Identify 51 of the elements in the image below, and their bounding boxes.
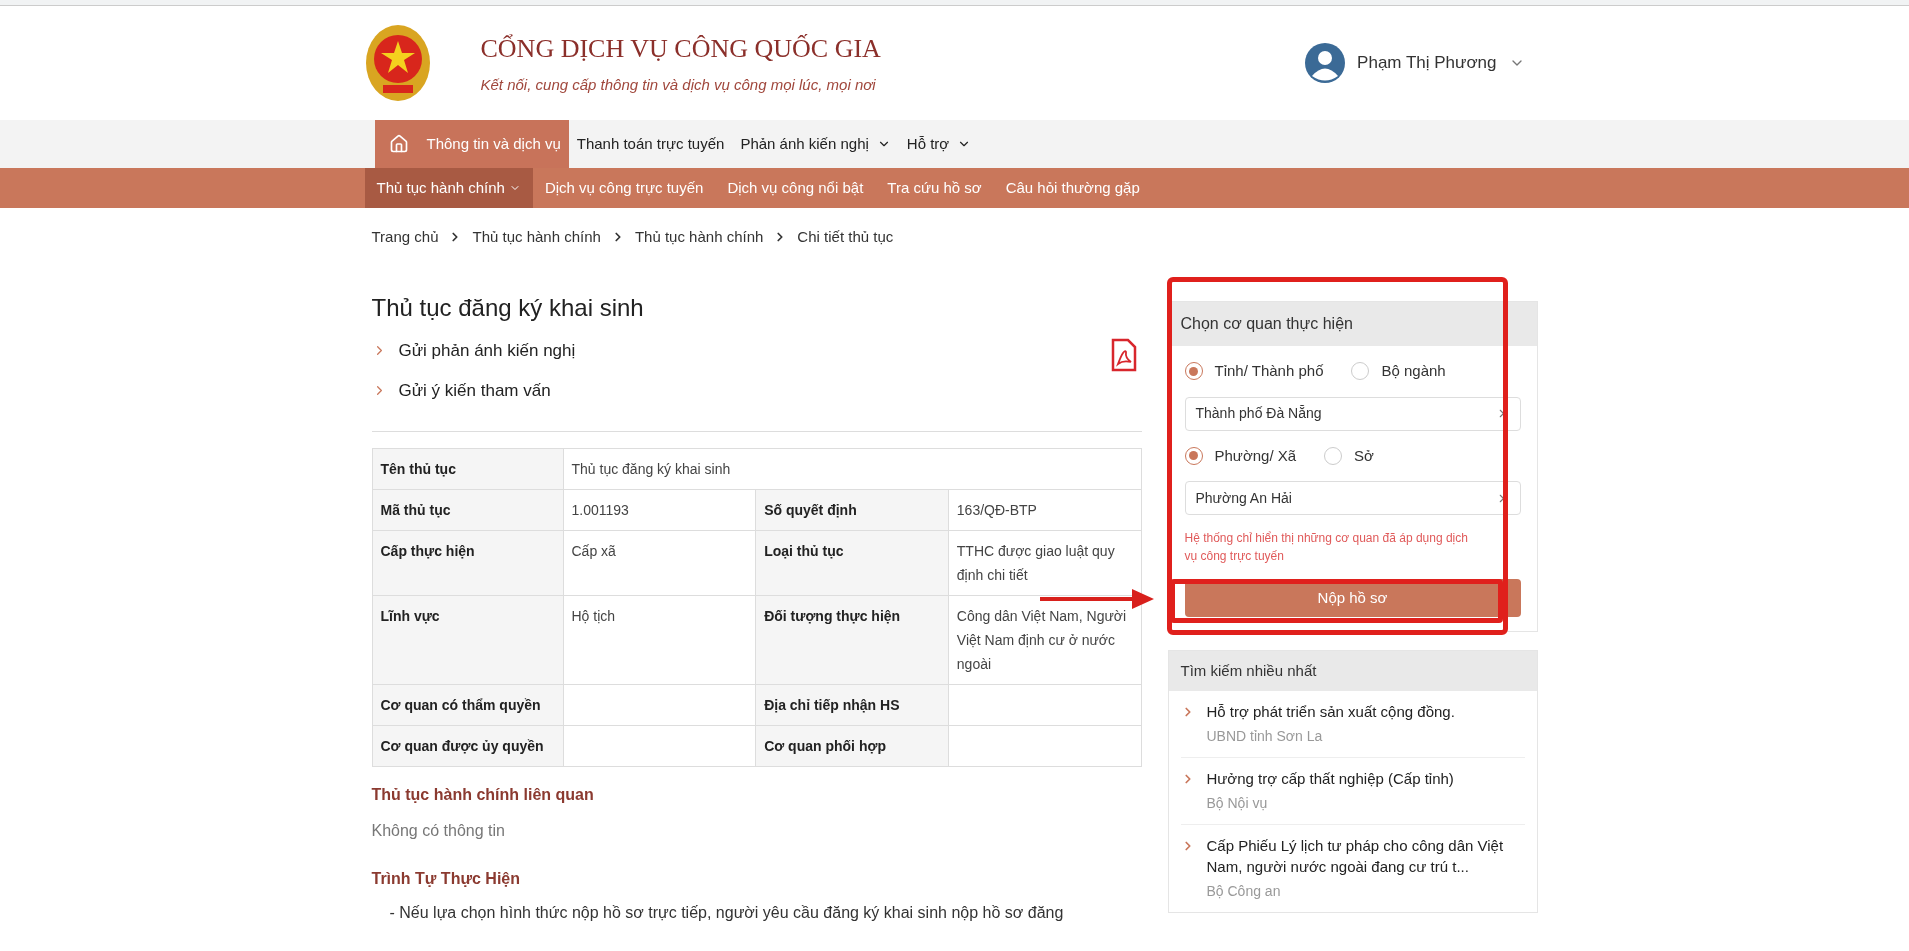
user-avatar-icon [1305,43,1346,83]
label-cell: Đối tượng thực hiện [755,595,949,685]
nav-tab[interactable]: Thanh toán trực tuyến [568,120,733,168]
label-cell: Cơ quan được ủy quyền [372,725,563,767]
user-menu[interactable]: Phạm Thị Phương [1305,43,1525,83]
agency-name: UBND tỉnh Sơn La [1206,727,1324,746]
breadcrumb-link[interactable]: Chi tiết thủ tục [797,225,894,249]
agency-name: Bộ Nội vụ [1206,794,1269,813]
portal-slogan: Kết nối, cung cấp thông tin và dịch vụ công mọi lúc, mọi nơi [480,75,877,96]
label-cell: Lĩnh vực [372,595,563,685]
radio-option[interactable]: Tỉnh/ Thành phố [1184,360,1324,383]
popular-link[interactable]: Cấp Phiếu Lý lịch tư pháp cho công dân Việt Nam, người nước ngoài đang cư trú t... [1206,835,1525,877]
nav-tab[interactable]: Phản ánh kiến nghị [732,120,899,168]
notice-text: Hệ thống chỉ hiển thị những cơ quan đã áp dụng dịch vụ công trực tuyến [1184,530,1469,565]
value-cell: Thủ tục đăng ký khai sinh [563,448,1141,490]
value-cell: Hộ tịch [563,595,756,685]
value-cell: 1.001193 [563,489,756,531]
step-paragraph: - Nếu lựa chọn hình thức nộp hồ sơ trực tiếp, người yêu cầu đăng ký khai sinh nộp hồ sơ đăng [388,903,1065,923]
nav-tab[interactable]: Thủ tục hành chính [364,168,533,208]
portal-title: CỔNG DỊCH VỤ CÔNG QUỐC GIA [480,33,881,66]
empty-message: Không có thông tin [371,821,506,841]
section-heading: Thủ tục hành chính liên quan [371,785,595,805]
home-icon [388,134,409,154]
label-cell: Tên thủ tục [372,448,563,490]
label-cell: Địa chỉ tiếp nhận HS [755,684,949,726]
procedure-title: Thủ tục đăng ký khai sinh [371,293,645,323]
breadcrumb-link[interactable]: Thủ tục hành chính [472,225,601,249]
action-link[interactable]: Gửi phản ánh kiến nghị [371,338,576,364]
pdf-file-icon[interactable] [1110,338,1137,372]
radio-option[interactable]: Bộ ngành [1351,360,1446,383]
action-link[interactable]: Gửi ý kiến tham vấn [371,377,576,403]
agency-name: Bộ Công an [1206,882,1282,901]
label-cell: Loại thủ tục [755,530,949,596]
label-cell: Mã thủ tục [372,489,563,531]
label-cell: Cấp thực hiện [372,530,563,596]
popular-link[interactable]: Hỗ trợ phát triển sản xuất cộng đồng. [1206,701,1455,722]
breadcrumb-link[interactable]: Trang chủ [371,225,439,249]
section-heading: Trình Tự Thực Hiện [371,869,521,889]
panel-title: Tìm kiếm nhiều nhất [1168,651,1537,691]
label-cell: Cơ quan phối hợp [755,725,949,767]
nav-tab[interactable]: Hỗ trợ [898,120,980,168]
select-field[interactable]: Thành phố Đà Nẵng [1184,396,1521,431]
breadcrumb-link[interactable]: Thủ tục hành chính [634,225,764,249]
label-cell: Cơ quan có thẩm quyền [372,684,563,726]
popular-link[interactable]: Hưởng trợ cấp thất nghiệp (Cấp tỉnh) [1206,768,1454,789]
radio-option[interactable]: Sở [1324,444,1374,467]
select-field[interactable]: Phường An Hải [1184,481,1521,515]
radio-option[interactable]: Phường/ Xã [1184,444,1297,467]
label-cell: Số quyết định [755,489,949,531]
value-cell: 163/QĐ-BTP [948,489,1141,531]
value-cell: Cấp xã [563,530,756,596]
